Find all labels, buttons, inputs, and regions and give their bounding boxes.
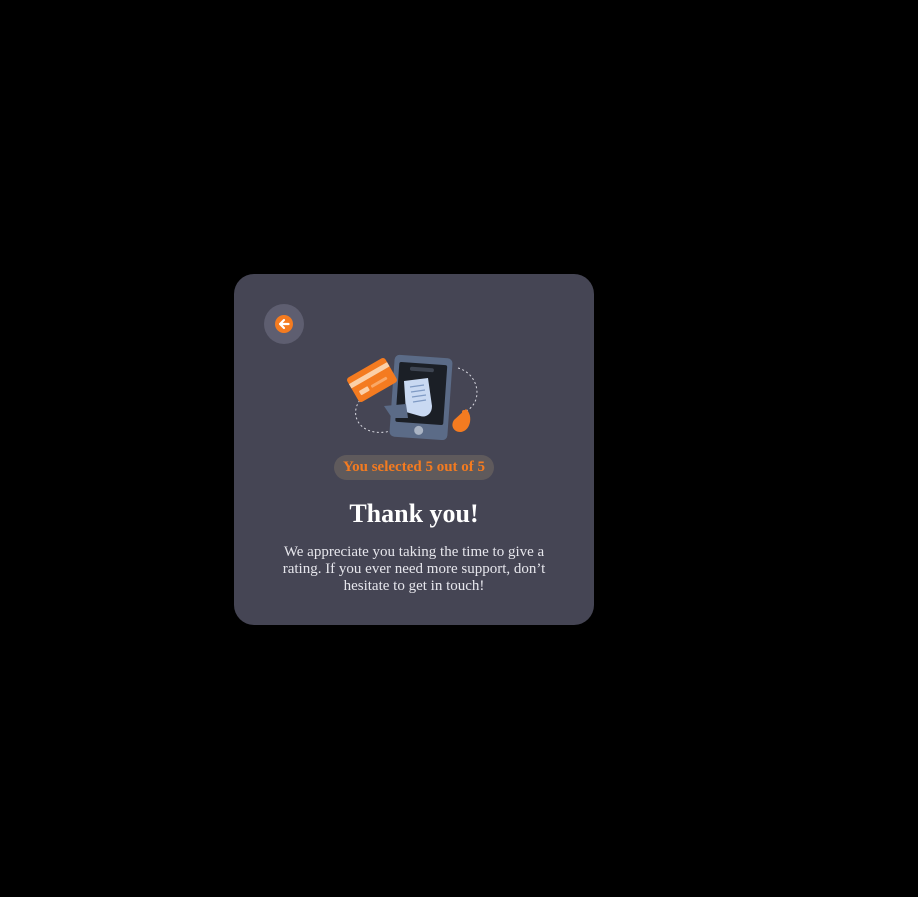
thank-you-card: You selected 5 out of 5 Thank you! We ap…: [234, 274, 594, 625]
payment-illustration: [346, 354, 482, 441]
rating-badge: You selected 5 out of 5: [334, 455, 494, 480]
back-button[interactable]: [264, 304, 304, 344]
arrow-left-icon: [274, 314, 294, 334]
page-title: Thank you!: [349, 499, 479, 528]
thank-you-message: We appreciate you taking the time to giv…: [282, 544, 546, 594]
